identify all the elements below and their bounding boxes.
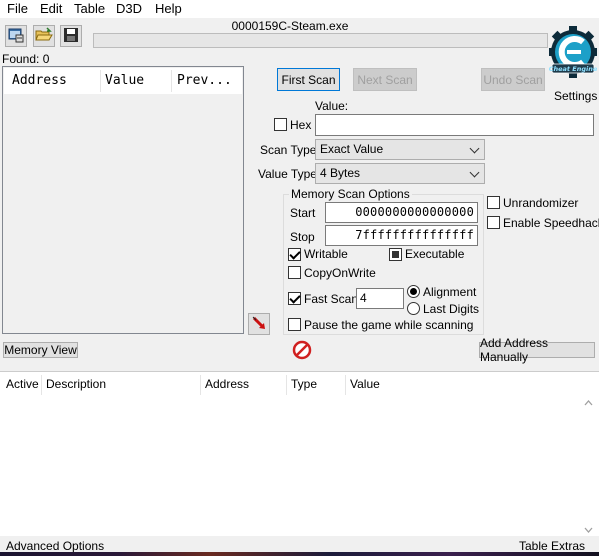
start-label: Start	[290, 206, 316, 220]
splitter-grip[interactable]	[287, 366, 313, 376]
fast-scan-checkbox[interactable]	[288, 292, 301, 305]
background-strip	[0, 552, 599, 556]
column-address[interactable]: Address	[205, 377, 249, 391]
column-divider[interactable]	[100, 70, 101, 92]
column-value[interactable]: Value	[105, 73, 144, 89]
unrandomizer-checkbox[interactable]	[487, 196, 500, 209]
menu-file[interactable]: File	[5, 1, 30, 17]
column-active[interactable]: Active	[6, 377, 39, 391]
add-to-list-button[interactable]	[248, 313, 270, 335]
first-scan-button[interactable]: First Scan	[277, 68, 340, 91]
hex-checkbox[interactable]	[274, 118, 287, 131]
stop-scan-button[interactable]	[292, 340, 312, 360]
speedhack-label: Enable Speedhack	[503, 216, 599, 230]
hex-label: Hex	[290, 118, 312, 132]
stop-label: Stop	[290, 230, 315, 244]
memory-scan-options-title: Memory Scan Options	[289, 187, 412, 201]
select-process-button[interactable]	[5, 25, 27, 47]
column-address[interactable]: Address	[12, 73, 67, 89]
column-divider[interactable]	[171, 70, 172, 92]
writable-label: Writable	[304, 247, 348, 261]
cheat-table-list[interactable]: Active Description Address Type Value	[0, 371, 599, 536]
add-address-manually-button[interactable]: Add Address Manually	[479, 336, 595, 364]
scan-type-select[interactable]: Exact Value	[315, 139, 485, 160]
cheat-engine-logo[interactable]: Cheat Engine	[547, 18, 599, 90]
red-arrow-icon	[251, 315, 267, 334]
column-divider[interactable]	[345, 375, 346, 395]
process-title: 0000159C-Steam.exe	[231, 19, 349, 33]
column-description[interactable]: Description	[46, 377, 106, 391]
column-divider[interactable]	[286, 375, 287, 395]
fast-scan-label: Fast Scan	[304, 292, 359, 306]
scan-type-value: Exact Value	[320, 142, 384, 156]
select-process-icon	[8, 27, 24, 46]
open-file-button[interactable]	[33, 25, 55, 47]
executable-checkbox[interactable]	[389, 248, 402, 261]
pause-game-label: Pause the game while scanning	[304, 318, 474, 332]
menu-edit[interactable]: Edit	[38, 1, 64, 17]
advanced-options-link[interactable]: Advanced Options	[6, 539, 104, 553]
start-address-input[interactable]: 0000000000000000	[325, 202, 478, 223]
open-file-icon	[35, 26, 53, 46]
scan-results-list[interactable]: Address Value Prev...	[2, 66, 244, 334]
menu-help[interactable]: Help	[153, 1, 184, 17]
value-type-select[interactable]: 4 Bytes	[315, 163, 485, 184]
speedhack-checkbox[interactable]	[487, 216, 500, 229]
value-label: Value:	[315, 99, 349, 113]
next-scan-button[interactable]: Next Scan	[353, 68, 417, 91]
chevron-down-icon	[469, 143, 480, 154]
last-digits-radio[interactable]	[407, 302, 420, 315]
scan-progress-bar	[93, 33, 548, 48]
column-previous[interactable]: Prev...	[177, 73, 232, 89]
memory-view-button[interactable]: Memory View	[3, 342, 78, 358]
menu-bar: File Edit Table D3D Help	[0, 0, 599, 18]
menu-d3d[interactable]: D3D	[114, 1, 144, 17]
column-divider[interactable]	[200, 375, 201, 395]
found-count: Found: 0	[2, 52, 50, 66]
column-type[interactable]: Type	[291, 377, 317, 391]
alignment-label: Alignment	[423, 285, 477, 299]
copyonwrite-checkbox[interactable]	[288, 266, 301, 279]
no-entry-icon	[292, 340, 312, 363]
save-icon	[63, 27, 79, 46]
copyonwrite-label: CopyOnWrite	[304, 266, 376, 280]
alignment-radio[interactable]	[407, 285, 420, 298]
executable-label: Executable	[405, 247, 465, 261]
menu-table[interactable]: Table	[72, 1, 107, 17]
settings-link[interactable]: Settings	[554, 89, 597, 103]
writable-checkbox[interactable]	[288, 248, 301, 261]
unrandomizer-label: Unrandomizer	[503, 196, 579, 210]
pause-game-checkbox[interactable]	[288, 318, 301, 331]
scan-value-input[interactable]	[315, 114, 594, 136]
last-digits-label: Last Digits	[423, 302, 480, 316]
scan-results-header: Address Value Prev...	[4, 68, 242, 94]
value-type-value: 4 Bytes	[320, 166, 361, 180]
chevron-down-icon	[469, 167, 480, 178]
table-extras-link[interactable]: Table Extras	[519, 539, 585, 553]
scan-type-label: Scan Type	[260, 143, 317, 157]
fast-scan-input[interactable]: 4	[356, 288, 404, 309]
vertical-scrollbar[interactable]	[582, 396, 595, 537]
column-value[interactable]: Value	[350, 377, 380, 391]
stop-address-input[interactable]: 7fffffffffffffff	[325, 225, 478, 246]
column-divider[interactable]	[41, 375, 42, 395]
save-button[interactable]	[60, 25, 82, 47]
svg-text:Cheat Engine: Cheat Engine	[549, 65, 597, 73]
undo-scan-button[interactable]: Undo Scan	[481, 68, 545, 91]
value-type-label: Value Type	[258, 167, 317, 181]
